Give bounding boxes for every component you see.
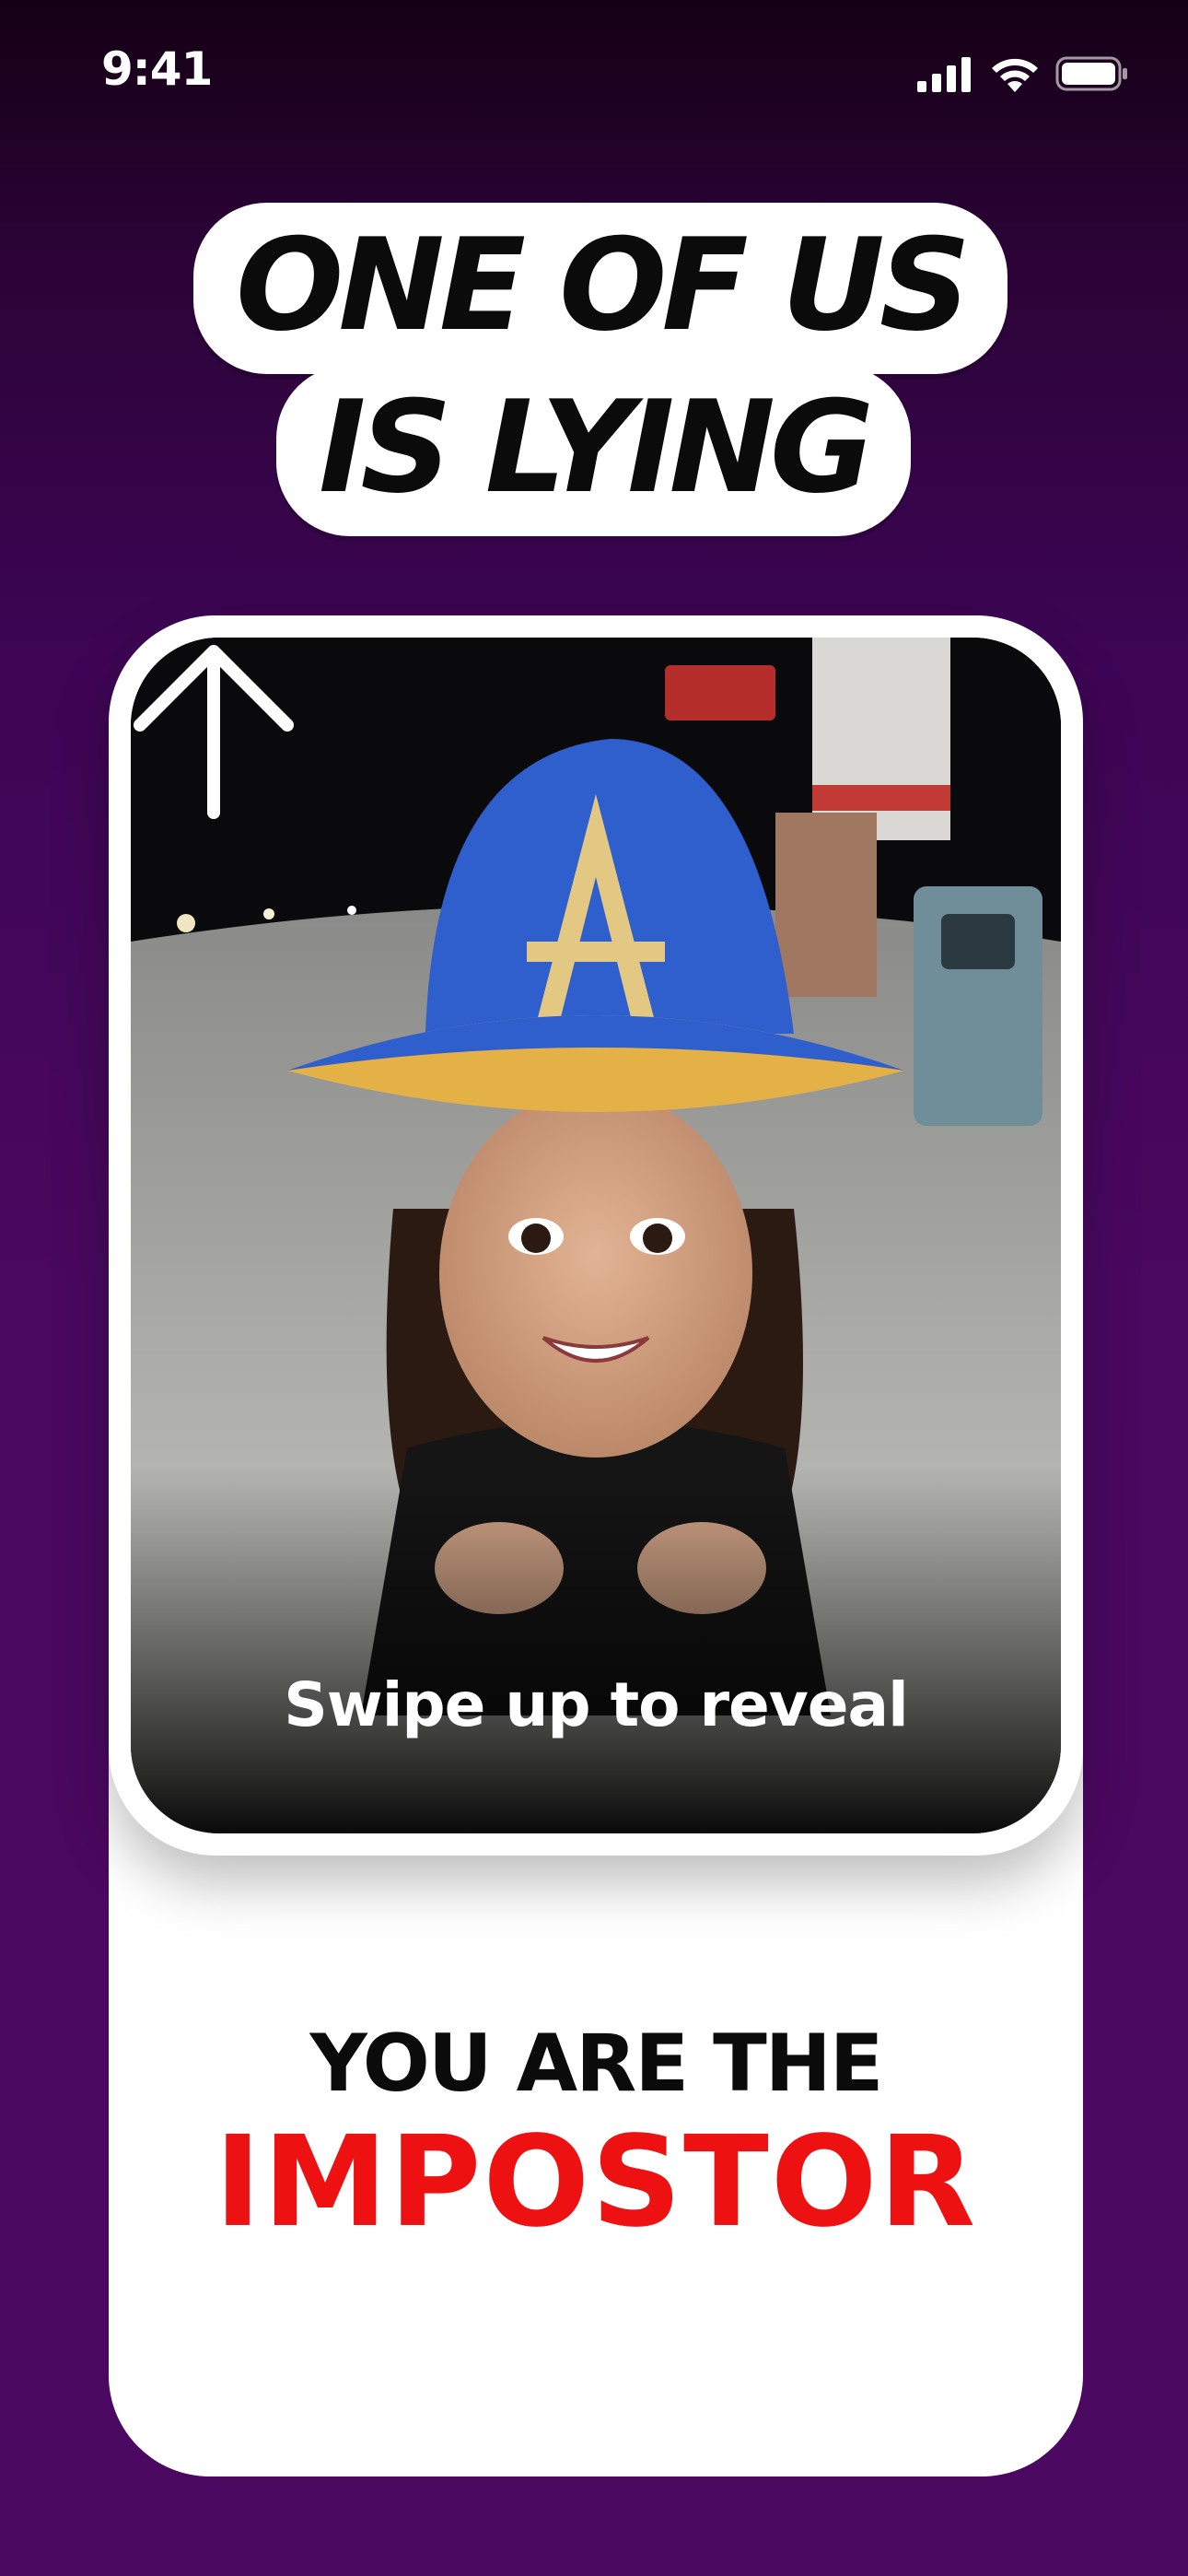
player-photo[interactable]: Swipe up to reveal (131, 638, 1061, 1833)
reveal-card[interactable]: Swipe up to reveal (109, 615, 1083, 1856)
headline-line-2: IS LYING (276, 365, 912, 536)
cellular-signal-icon (917, 57, 971, 92)
arrow-up-icon (134, 645, 294, 819)
status-bar: 9:41 (0, 0, 1188, 147)
swipe-instruction: Swipe up to reveal (284, 1669, 908, 1740)
wifi-icon (992, 58, 1038, 92)
headline: ONE OF US IS LYING (0, 203, 1188, 536)
status-time: 9:41 (101, 42, 213, 96)
headline-line-1: ONE OF US (193, 203, 1008, 374)
status-icons (917, 52, 1129, 96)
role-prefix: YOU ARE THE (309, 2018, 884, 2110)
battery-icon (1055, 56, 1127, 91)
role-name: IMPOSTOR (214, 2110, 978, 2255)
